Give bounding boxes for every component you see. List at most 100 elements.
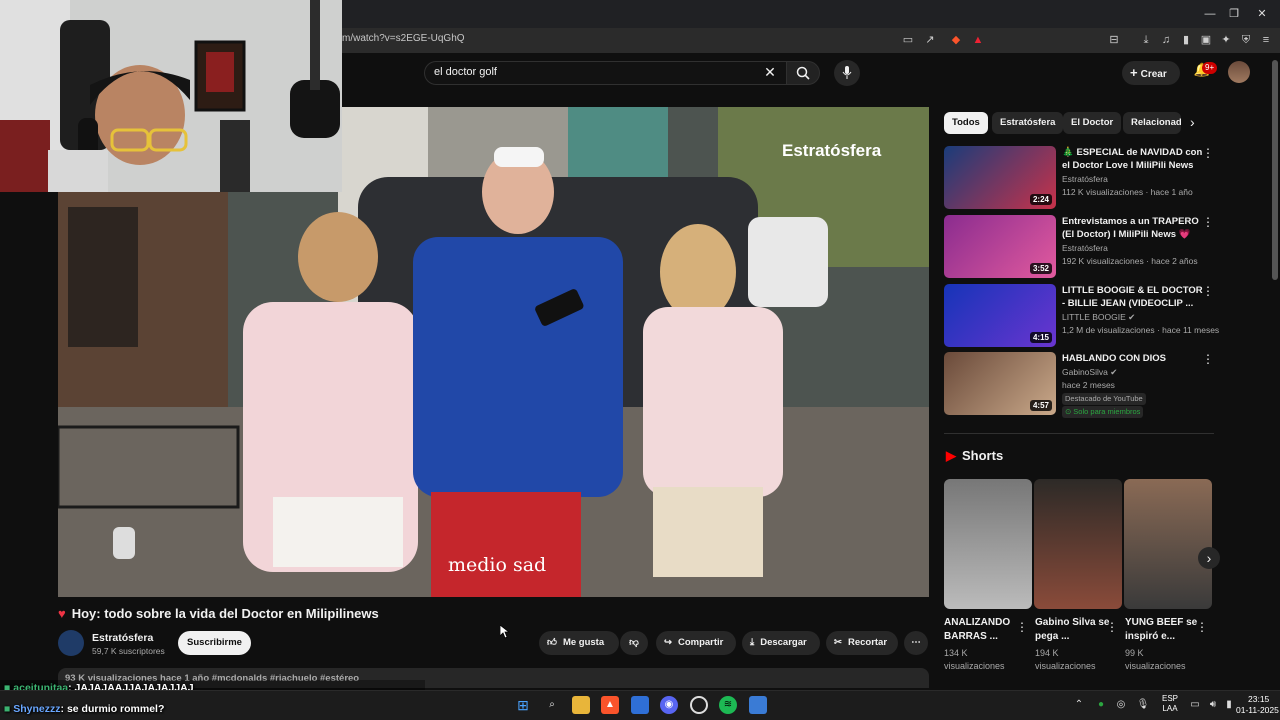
mic-icon: [842, 66, 852, 79]
brave-rewards-icon[interactable]: ▲: [970, 32, 986, 48]
chip-el-doctor[interactable]: El Doctor: [1063, 112, 1122, 134]
short-thumbnail[interactable]: [1124, 479, 1212, 609]
kebab-menu-icon[interactable]: ⋮: [1202, 215, 1214, 229]
music-icon[interactable]: ♫: [1158, 32, 1174, 48]
subscribe-button[interactable]: Suscribirme: [178, 631, 251, 655]
search-icon: [796, 66, 810, 80]
short-title[interactable]: ANALIZANDO BARRAS ...: [944, 616, 1024, 644]
brave-browser-icon[interactable]: ▲: [601, 696, 619, 714]
short-thumbnail[interactable]: [944, 479, 1032, 609]
clip-label: Recortar: [847, 637, 888, 648]
kebab-menu-icon[interactable]: ⋮: [1196, 620, 1208, 634]
search-button[interactable]: [786, 61, 820, 85]
search-query[interactable]: el doctor golf: [434, 66, 497, 78]
file-explorer-icon[interactable]: [572, 696, 590, 714]
spotify-icon[interactable]: ≋: [719, 696, 737, 714]
discord-icon[interactable]: ◉: [660, 696, 678, 714]
cast-icon[interactable]: ▭: [900, 32, 916, 48]
dislike-button[interactable]: 👎︎: [620, 631, 648, 655]
short-title[interactable]: Gabino Silva se pega ...: [1035, 616, 1115, 644]
kebab-menu-icon[interactable]: ⋮: [1202, 146, 1214, 160]
related-video[interactable]: 4:15 LITTLE BOOGIE & EL DOCTOR - BILLIE …: [944, 284, 1219, 348]
related-channel[interactable]: Estratósfera: [1062, 243, 1108, 253]
url-text[interactable]: m/watch?v=s2EGE-UqGhQ: [342, 33, 465, 44]
wallet-icon[interactable]: ▣: [1198, 32, 1214, 48]
related-meta: 192 K visualizaciones · hace 2 años: [1062, 256, 1198, 266]
kebab-menu-icon[interactable]: ⋮: [1202, 284, 1214, 298]
tab-icon[interactable]: ⊟: [1106, 32, 1122, 48]
related-channel[interactable]: GabinoSilva ✔: [1062, 367, 1117, 378]
related-video[interactable]: 4:57 HABLANDO CON DIOS GabinoSilva ✔ hac…: [944, 352, 1214, 418]
clock-date[interactable]: 01-11-2025: [1236, 705, 1279, 715]
related-video[interactable]: 2:24 🎄 ESPECIAL de NAVIDAD con el Doctor…: [944, 146, 1214, 210]
video-duration: 4:15: [1029, 332, 1052, 343]
close-window-icon[interactable]: ✕: [1252, 6, 1272, 22]
microphone-tray-icon[interactable]: 🎙︎: [1134, 696, 1152, 714]
video-duration: 2:24: [1029, 194, 1052, 205]
obs-icon[interactable]: [690, 696, 708, 714]
sidebar-icon[interactable]: ▮: [1178, 32, 1194, 48]
chip-todos[interactable]: Todos: [944, 112, 988, 134]
maximize-icon[interactable]: ❐: [1224, 6, 1244, 22]
search-taskbar-icon[interactable]: ⌕: [543, 696, 561, 714]
related-channel[interactable]: Estratósfera: [1062, 174, 1108, 184]
steam-icon[interactable]: ◎: [1112, 696, 1130, 714]
download-button[interactable]: ⤓ Descargar: [742, 631, 820, 655]
chip-relacionados[interactable]: Relacionad: [1123, 112, 1181, 134]
notepad-icon[interactable]: [749, 696, 767, 714]
user-avatar[interactable]: [1228, 61, 1250, 83]
create-button[interactable]: + Crear: [1122, 61, 1180, 85]
video-title-text: Hoy: todo sobre la vida del Doctor en Mi…: [71, 606, 379, 621]
tray-chevron-icon[interactable]: ⌃: [1070, 696, 1088, 714]
network-icon[interactable]: ▭: [1186, 696, 1204, 714]
channel-name[interactable]: Estratósfera: [92, 632, 153, 644]
more-actions-button[interactable]: ⋯: [904, 631, 928, 655]
leo-icon[interactable]: ✦: [1218, 32, 1234, 48]
members-only-label: Solo para miembros: [1073, 407, 1141, 416]
related-meta: hace 2 meses: [1062, 380, 1115, 390]
photos-icon[interactable]: [631, 696, 649, 714]
video-thumbnail[interactable]: 4:15: [944, 284, 1056, 347]
windows-start-icon[interactable]: ⊞: [514, 696, 532, 714]
related-title[interactable]: 🎄 ESPECIAL de NAVIDAD con el Doctor Love…: [1062, 146, 1204, 172]
vpn-icon[interactable]: ⛨: [1238, 32, 1254, 48]
video-thumbnail[interactable]: 3:52: [944, 215, 1056, 278]
like-button[interactable]: 👍︎ Me gusta: [539, 631, 619, 655]
short-views: 134 K visualizaciones: [944, 648, 1005, 671]
related-video[interactable]: 3:52 Entrevistamos a un TRAPERO (El Doct…: [944, 215, 1214, 279]
video-duration: 4:57: [1029, 400, 1052, 411]
short-thumbnail[interactable]: [1034, 479, 1122, 609]
kebab-menu-icon[interactable]: ⋮: [1016, 620, 1028, 634]
chat-user: Shynezzz: [13, 703, 61, 715]
short-title[interactable]: YUNG BEEF se inspiró e...: [1125, 616, 1205, 644]
kebab-menu-icon[interactable]: ⋮: [1106, 620, 1118, 634]
language-indicator[interactable]: ESP LAA: [1162, 694, 1178, 714]
kebab-menu-icon[interactable]: ⋮: [1202, 352, 1214, 366]
tray-app-icon[interactable]: ●: [1092, 696, 1110, 714]
shorts-next-button[interactable]: ›: [1198, 547, 1220, 569]
share-button[interactable]: ↪ Compartir: [656, 631, 736, 655]
share-page-icon[interactable]: ↗: [922, 32, 938, 48]
clear-search-icon[interactable]: ✕: [762, 63, 778, 81]
chevron-right-icon[interactable]: ›: [1190, 114, 1195, 130]
video-thumbnail[interactable]: 2:24: [944, 146, 1056, 209]
cursor-arrow-icon: [499, 624, 511, 639]
chip-estratosfera[interactable]: Estratósfera: [992, 112, 1064, 134]
page-scrollbar[interactable]: [1272, 60, 1278, 280]
chat-text: : se durmio rommel?: [60, 703, 165, 715]
clip-button[interactable]: ✂ Recortar: [826, 631, 898, 655]
video-thumbnail[interactable]: 4:57: [944, 352, 1056, 415]
related-title[interactable]: LITTLE BOOGIE & EL DOCTOR - BILLIE JEAN …: [1062, 284, 1204, 310]
related-title[interactable]: HABLANDO CON DIOS: [1062, 352, 1204, 365]
related-channel[interactable]: LITTLE BOOGIE ✔: [1062, 312, 1135, 323]
featured-badge: Destacado de YouTube: [1062, 393, 1146, 405]
webcam-frame: [0, 0, 342, 192]
clock-time[interactable]: 23:15: [1248, 694, 1269, 704]
menu-icon[interactable]: ≡: [1258, 32, 1274, 48]
channel-avatar[interactable]: [58, 630, 84, 656]
voice-search-button[interactable]: [834, 60, 860, 86]
related-title[interactable]: Entrevistamos a un TRAPERO (El Doctor) I…: [1062, 215, 1204, 241]
brave-shield-icon[interactable]: ◆: [948, 32, 964, 48]
download-icon[interactable]: ⤓: [1138, 32, 1154, 48]
minimize-icon[interactable]: —: [1200, 6, 1220, 22]
